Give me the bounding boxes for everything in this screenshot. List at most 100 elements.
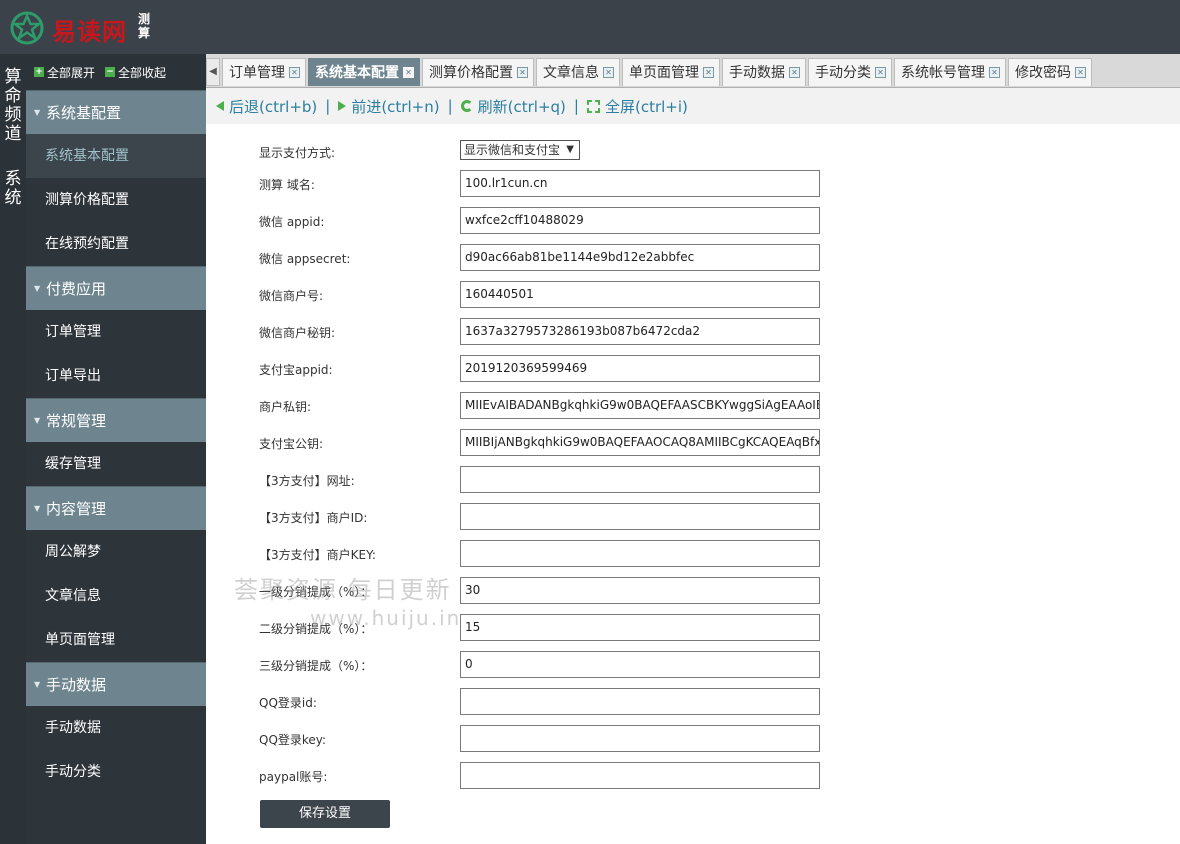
form-row: 微信 appid: wxfce2cff10488029 [206,207,1180,235]
expand-icon: + [34,67,44,77]
payment-method-select[interactable]: 显示微信和支付宝 ▼ [460,140,580,160]
fullscreen-label: 全屏(ctrl+i) [604,97,688,116]
third-party-merchant-id-input[interactable] [460,503,820,530]
refresh-icon [460,100,473,112]
close-icon[interactable]: ✕ [1075,67,1086,78]
caret-down-icon: ▼ [34,504,41,513]
merchant-private-key-input[interactable]: MIIEvAIBADANBgkqhkiG9w0BAQEFAASCBKYwggSi… [460,392,820,419]
sidebar-group-content[interactable]: ▼ 内容管理 [26,486,206,530]
tab-label: 测算价格配置 [429,64,513,81]
form-row-payment: 显示支付方式: 显示微信和支付宝 ▼ [206,124,1180,160]
back-button[interactable]: 后退(ctrl+b) [216,96,317,117]
level2-commission-input[interactable]: 15 [460,614,820,641]
field-label: 微信商户秘钥: [259,326,336,340]
level1-commission-input[interactable]: 30 [460,577,820,604]
level3-commission-input[interactable]: 0 [460,651,820,678]
form-row: 微信 appsecret: d90ac66ab81be1144e9bd12e2a… [206,244,1180,272]
wechat-merchant-key-input[interactable]: 1637a3279573286193b087b6472cda2 [460,318,820,345]
sidebar-item-cache[interactable]: 缓存管理 [26,442,206,486]
form-row: 三级分销提成（%）： 0 [206,651,1180,679]
close-icon[interactable]: ✕ [875,67,886,78]
refresh-button[interactable]: 刷新(ctrl+q) [460,96,566,117]
channel-tab-fortune[interactable]: 算命频道 [0,62,26,164]
sidebar-group-manual[interactable]: ▼ 手动数据 [26,662,206,706]
sidebar-item-booking-config[interactable]: 在线预约配置 [26,222,206,266]
field-label: paypal账号: [259,770,328,784]
sidebar-group-label: 常规管理 [46,412,107,430]
close-icon[interactable]: ✕ [403,67,414,78]
sidebar-item-price-config[interactable]: 测算价格配置 [26,178,206,222]
sidebar-item-dreams[interactable]: 周公解梦 [26,530,206,574]
collapse-icon: − [105,67,116,77]
close-icon[interactable]: ✕ [789,67,800,78]
tab-label: 订单管理 [229,64,285,81]
tab-label: 手动数据 [729,64,785,81]
back-arrow-icon [216,101,224,111]
wechat-appsecret-input[interactable]: d90ac66ab81be1144e9bd12e2abbfec [460,244,820,271]
tab-pages[interactable]: 单页面管理 ✕ [622,58,720,86]
qq-login-id-input[interactable] [460,688,820,715]
sidebar-item-orders[interactable]: 订单管理 [26,310,206,354]
save-settings-button[interactable]: 保存设置 [260,800,390,828]
third-party-merchant-key-input[interactable] [460,540,820,567]
form-row: 支付宝公钥: MIIBIjANBgkqhkiG9w0BAQEFAAOCAQ8AM… [206,429,1180,457]
sidebar-item-system-config[interactable]: 系统基本配置 [26,134,206,178]
tab-label: 手动分类 [815,64,871,81]
wechat-merchant-id-input[interactable]: 160440501 [460,281,820,308]
field-label: 微信 appid: [259,215,325,229]
separator: | [447,97,453,115]
caret-down-icon: ▼ [34,680,41,689]
sidebar-group-system[interactable]: ▼ 系统基配置 [26,90,206,134]
sidebar-group-general[interactable]: ▼ 常规管理 [26,398,206,442]
close-icon[interactable]: ✕ [517,67,528,78]
paypal-account-input[interactable] [460,762,820,789]
domain-input[interactable]: 100.lr1cun.cn [460,170,820,197]
sidebar-item-pages[interactable]: 单页面管理 [26,618,206,662]
close-icon[interactable]: ✕ [989,67,1000,78]
fullscreen-icon [586,99,600,113]
tab-price-config[interactable]: 测算价格配置 ✕ [422,58,534,86]
tab-manual-data[interactable]: 手动数据 ✕ [722,58,806,86]
fullscreen-button[interactable]: 全屏(ctrl+i) [586,96,688,117]
expand-all-button[interactable]: + 全部展开 [34,64,95,81]
tab-articles[interactable]: 文章信息 ✕ [536,58,620,86]
qq-login-key-input[interactable] [460,725,820,752]
tab-password[interactable]: 修改密码 ✕ [1008,58,1092,86]
tab-label: 系统帐号管理 [901,64,985,81]
tab-accounts[interactable]: 系统帐号管理 ✕ [894,58,1006,86]
field-label: 微信 appsecret: [259,252,351,266]
alipay-appid-input[interactable]: 2019120369599469 [460,355,820,382]
tab-scroll-left-button[interactable]: ◀ [206,58,220,86]
sidebar-item-manual-data[interactable]: 手动数据 [26,706,206,750]
tab-system-config[interactable]: 系统基本配置 ✕ [308,58,420,86]
collapse-all-button[interactable]: − 全部收起 [105,64,166,81]
forward-button[interactable]: 前进(ctrl+n) [338,96,440,117]
third-party-url-input[interactable] [460,466,820,493]
sidebar: + 全部展开 − 全部收起 ▼ 系统基配置 系统基本配置 测算价格配置 在线预约… [26,54,206,844]
close-icon[interactable]: ✕ [603,67,614,78]
refresh-label: 刷新(ctrl+q) [477,97,566,116]
sidebar-item-articles[interactable]: 文章信息 [26,574,206,618]
tab-orders[interactable]: 订单管理 ✕ [222,58,306,86]
sidebar-item-order-export[interactable]: 订单导出 [26,354,206,398]
payment-method-label: 显示支付方式: [259,146,336,160]
payment-method-value: 显示微信和支付宝 [464,143,561,157]
tab-manual-category[interactable]: 手动分类 ✕ [808,58,892,86]
close-icon[interactable]: ✕ [703,67,714,78]
field-label: QQ登录key: [259,733,327,747]
form-row: 商户私钥: MIIEvAIBADANBgkqhkiG9w0BAQEFAASCBK… [206,392,1180,420]
field-label: 商户私钥: [259,400,312,414]
field-label: 支付宝appid: [259,363,333,377]
channel-tab-system[interactable]: 系统 [0,164,26,224]
separator: | [573,97,579,115]
sidebar-group-paid-apps[interactable]: ▼ 付费应用 [26,266,206,310]
wechat-appid-input[interactable]: wxfce2cff10488029 [460,207,820,234]
close-icon[interactable]: ✕ [289,67,300,78]
logo-star-icon [10,11,44,45]
dropdown-arrow-icon: ▼ [566,144,574,155]
alipay-public-key-input[interactable]: MIIBIjANBgkqhkiG9w0BAQEFAAOCAQ8AMIIBCgKC… [460,429,820,456]
field-label: 支付宝公钥: [259,437,324,451]
sidebar-item-manual-category[interactable]: 手动分类 [26,750,206,794]
field-label: 微信商户号: [259,289,324,303]
tab-label: 文章信息 [543,64,599,81]
